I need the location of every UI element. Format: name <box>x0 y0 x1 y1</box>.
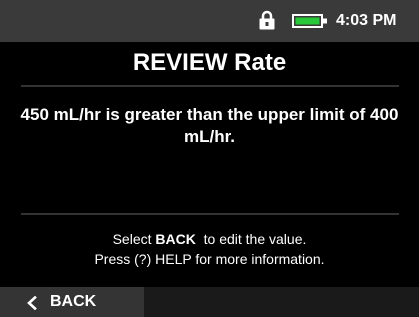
status-bar: 4:03 PM <box>0 0 419 42</box>
page-title: REVIEW Rate <box>132 49 287 76</box>
divider <box>21 85 399 87</box>
instruction-back-key: BACK <box>155 231 196 247</box>
battery-icon <box>292 14 327 28</box>
instruction-prefix: Select <box>112 231 156 247</box>
alert-message: 450 mL/hr is greater than the upper limi… <box>20 105 399 146</box>
back-button-label: BACK <box>50 293 97 310</box>
back-button[interactable]: BACK <box>0 287 144 317</box>
divider <box>21 213 399 215</box>
lock-icon <box>259 10 275 30</box>
instructions: Select BACK to edit the value. Press (?)… <box>0 229 419 269</box>
clock: 4:03 PM <box>336 12 397 29</box>
instruction-line-help: Press (?) HELP for more information. <box>94 251 325 267</box>
instruction-suffix: to edit the value. <box>195 231 307 247</box>
chevron-left-icon <box>27 296 37 310</box>
instruction-line-select-back: Select BACK to edit the value. <box>0 229 419 249</box>
